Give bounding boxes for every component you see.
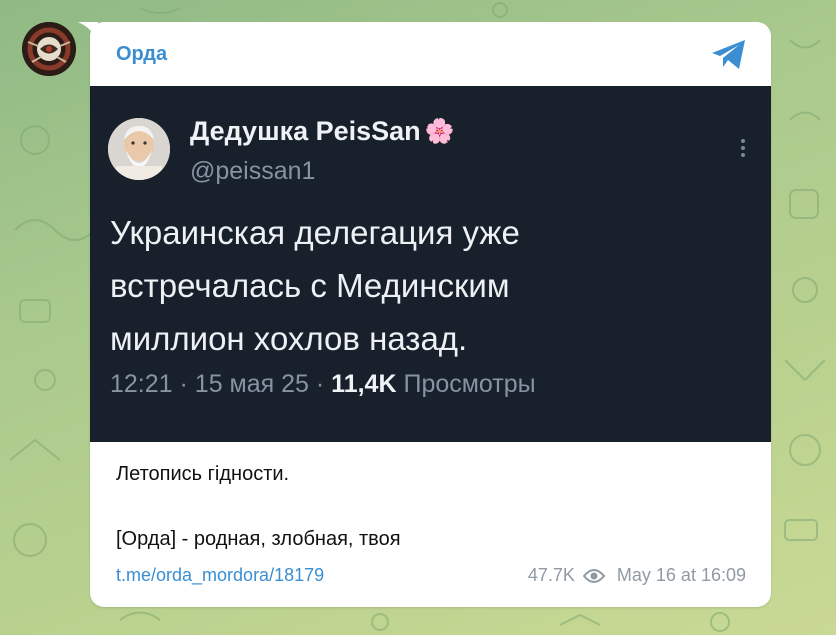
tweet-views-count: 11,4K xyxy=(331,370,397,398)
post-meta: 47.7K May 16 at 16:09 xyxy=(528,565,746,586)
telegram-share-icon xyxy=(712,40,745,69)
channel-name[interactable]: Орда xyxy=(116,43,167,66)
post-views: 47.7K xyxy=(527,565,575,585)
post-signature: [Орда] - родная, злобная, твоя xyxy=(116,528,401,550)
message-bubble: Орда Дедушка PeisSan 🌸 @peissan1 Украинс… xyxy=(90,22,771,607)
tweet-text: Украинская делегация уже встречалась с М… xyxy=(110,214,520,357)
more-vertical-icon xyxy=(733,134,753,162)
tweet-date: 15 мая 25 xyxy=(194,370,309,398)
post-link[interactable]: t.me/orda_mordora/18179 xyxy=(116,565,324,586)
share-button[interactable] xyxy=(709,38,749,72)
post-timestamp: May 16 at 16:09 xyxy=(616,565,746,585)
tweet-author-avatar xyxy=(108,118,170,180)
post-caption: Летопись гідности. xyxy=(116,463,290,485)
tweet-views-label: Просмотры xyxy=(403,370,536,398)
channel-logo-icon xyxy=(22,22,76,76)
tweet-screenshot[interactable]: Дедушка PeisSan 🌸 @peissan1 Украинская д… xyxy=(90,86,771,442)
tweet-time: 12:21 xyxy=(110,370,173,398)
eye-icon xyxy=(582,568,605,583)
cherry-blossom-icon: 🌸 xyxy=(424,118,455,145)
tweet-author-handle: @peissan1 xyxy=(190,157,316,185)
channel-avatar[interactable] xyxy=(22,22,76,76)
tweet-meta: 12:21 · 15 мая 25 · 11,4K Просмотры xyxy=(110,370,536,398)
tweet-author-name: Дедушка PeisSan 🌸 xyxy=(190,116,455,146)
